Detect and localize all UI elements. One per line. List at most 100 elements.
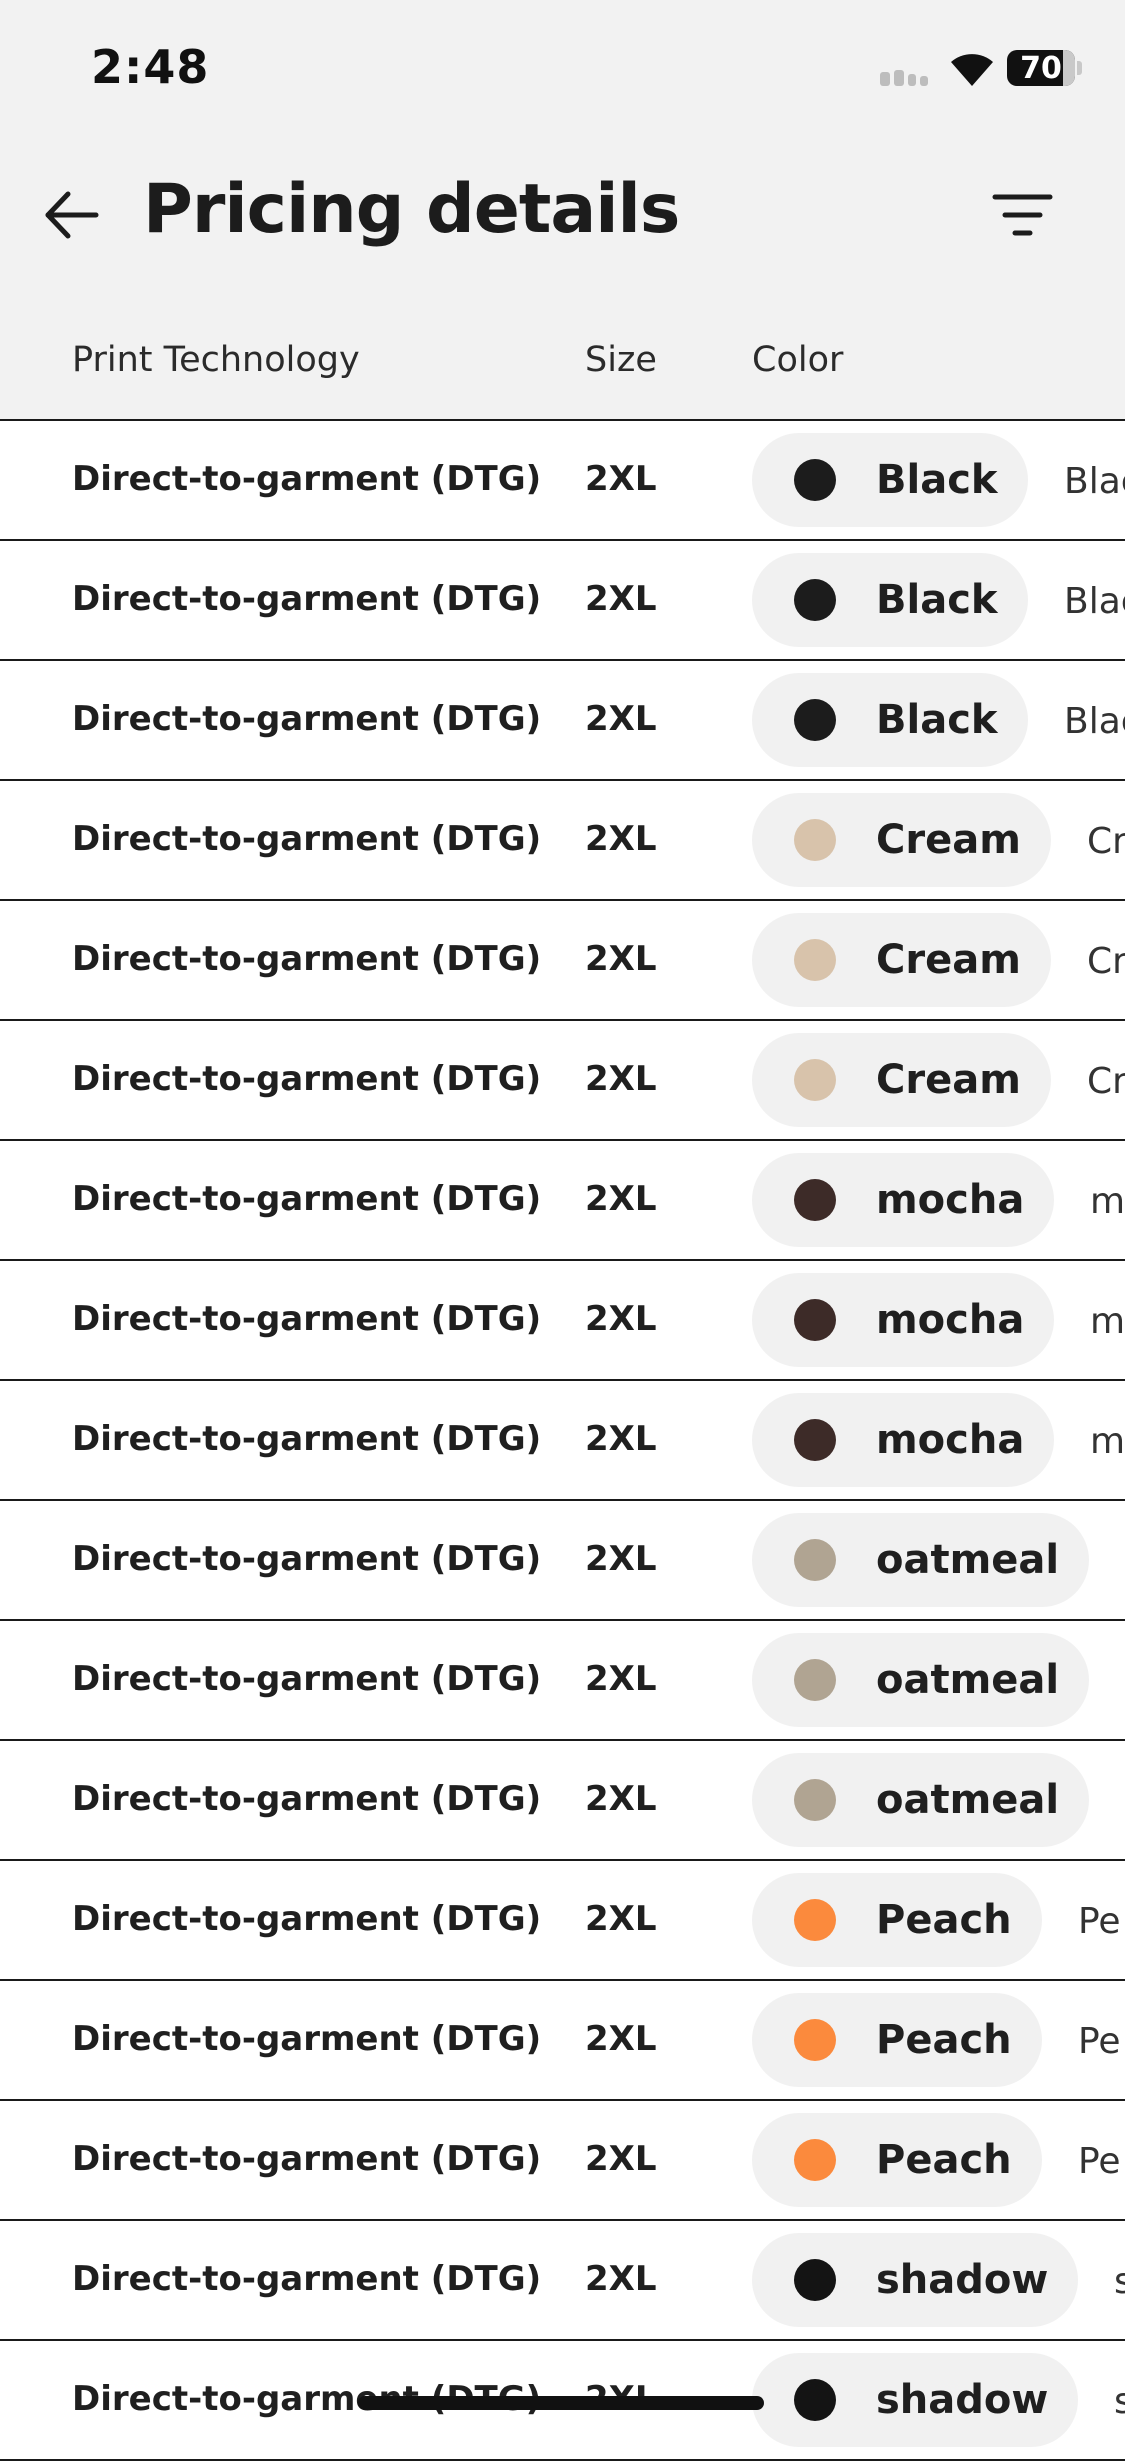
color-chip-label: oatmeal [876,1537,1060,1583]
color-swatch-icon [794,1539,836,1581]
battery-level: 70 [1020,50,1062,86]
cell-print-technology: Direct-to-garment (DTG) [72,1539,542,1579]
battery-empty-segment [1063,50,1075,86]
cell-next-column: m [1090,1181,1125,1222]
color-swatch-icon [794,2019,836,2061]
color-swatch-icon [794,1179,836,1221]
color-chip[interactable]: Cream [752,1033,1051,1127]
color-swatch-icon [794,1059,836,1101]
cell-next-column: Cr [1087,941,1125,982]
cell-print-technology: Direct-to-garment (DTG) [72,459,542,499]
color-chip[interactable]: Black [752,553,1028,647]
cell-size: 2XL [585,2019,657,2059]
color-swatch-icon [794,579,836,621]
battery-cap [1077,61,1082,75]
cell-print-technology: Direct-to-garment (DTG) [72,1779,542,1819]
pricing-table: Direct-to-garment (DTG)2XLBlackBlacDirec… [0,421,1125,2461]
cell-next-column: s [1114,2381,1125,2422]
wifi-icon [951,54,993,86]
column-header-color[interactable]: Color [752,340,843,380]
cell-next-column: Pe [1078,2141,1121,2182]
cell-next-column: Blac [1064,581,1125,622]
color-chip-label: Black [876,577,998,623]
color-swatch-icon [794,1659,836,1701]
color-chip[interactable]: mocha [752,1273,1055,1367]
color-swatch-icon [794,699,836,741]
table-row[interactable]: Direct-to-garment (DTG)2XLoatmealo [0,1621,1125,1741]
color-chip-label: Cream [876,817,1021,863]
color-chip-label: mocha [876,1177,1025,1223]
home-indicator[interactable] [358,2396,764,2410]
color-chip[interactable]: Peach [752,1993,1042,2087]
cell-size: 2XL [585,459,657,499]
color-chip[interactable]: Cream [752,793,1051,887]
color-chip-label: oatmeal [876,1777,1060,1823]
arrow-left-icon[interactable] [38,180,108,250]
color-chip[interactable]: Cream [752,913,1051,1007]
table-row[interactable]: Direct-to-garment (DTG)2XLoatmealo [0,1501,1125,1621]
cell-print-technology: Direct-to-garment (DTG) [72,1659,542,1699]
cell-next-column: Blac [1064,701,1125,742]
color-swatch-icon [794,2139,836,2181]
table-row[interactable]: Direct-to-garment (DTG) 2XL Peach Pe [0,1981,1125,2101]
table-row[interactable]: Direct-to-garment (DTG) 2XL Black Blac [0,421,1125,541]
table-row[interactable]: Direct-to-garment (DTG) 2XL mocha m [0,1381,1125,1501]
top-bar: 2:48 70 Pricing details Print Technology… [0,0,1125,419]
color-chip-label: Peach [876,2017,1012,2063]
color-swatch-icon [794,2379,836,2421]
color-swatch-icon [794,1899,836,1941]
color-chip[interactable]: Black [752,673,1028,767]
color-swatch-icon [794,939,836,981]
cell-size: 2XL [585,2139,657,2179]
color-chip-label: Cream [876,1057,1021,1103]
cell-size: 2XL [585,1299,657,1339]
filter-icon[interactable] [985,185,1060,245]
cell-next-column: m [1090,1421,1125,1462]
cell-next-column: s [1114,2261,1125,2302]
color-chip[interactable]: shadow [752,2233,1079,2327]
cell-print-technology: Direct-to-garment (DTG) [72,1299,542,1339]
cell-print-technology: Direct-to-garment (DTG) [72,1179,542,1219]
cell-next-column: Pe [1078,2021,1121,2062]
column-header-size[interactable]: Size [585,340,657,380]
table-row[interactable]: Direct-to-garment (DTG) 2XL Black Blac [0,541,1125,661]
table-row[interactable]: Direct-to-garment (DTG) 2XL mocha m [0,1141,1125,1261]
table-row[interactable]: Direct-to-garment (DTG) 2XL Cream Cr [0,901,1125,1021]
color-chip[interactable]: mocha [752,1153,1055,1247]
battery-icon: 70 [1007,50,1075,86]
cell-size: 2XL [585,699,657,739]
color-chip-label: shadow [876,2377,1049,2423]
cell-size: 2XL [585,1659,657,1699]
color-chip[interactable]: oatmeal [752,1753,1090,1847]
color-swatch-icon [794,819,836,861]
cell-size: 2XL [585,579,657,619]
table-row[interactable]: Direct-to-garment (DTG) 2XL shadow s [0,2221,1125,2341]
color-chip[interactable]: Peach [752,1873,1042,1967]
column-header-print-technology[interactable]: Print Technology [72,340,360,380]
cell-size: 2XL [585,1899,657,1939]
cell-size: 2XL [585,2259,657,2299]
cell-size: 2XL [585,1059,657,1099]
table-row[interactable]: Direct-to-garment (DTG) 2XL Cream Cr [0,781,1125,901]
color-chip[interactable]: Peach [752,2113,1042,2207]
table-row[interactable]: Direct-to-garment (DTG) 2XL Cream Cr [0,1021,1125,1141]
color-chip[interactable]: oatmeal [752,1513,1090,1607]
color-swatch-icon [794,1779,836,1821]
cell-print-technology: Direct-to-garment (DTG) [72,699,542,739]
color-chip-label: mocha [876,1417,1025,1463]
cell-size: 2XL [585,1539,657,1579]
table-row[interactable]: Direct-to-garment (DTG) 2XL Black Blac [0,661,1125,781]
table-row[interactable]: Direct-to-garment (DTG)2XLoatmealo [0,1741,1125,1861]
color-swatch-icon [794,1299,836,1341]
color-chip[interactable]: mocha [752,1393,1055,1487]
color-chip-label: Peach [876,1897,1012,1943]
color-chip[interactable]: Black [752,433,1028,527]
table-row[interactable]: Direct-to-garment (DTG) 2XL Peach Pe [0,2101,1125,2221]
color-chip[interactable]: oatmeal [752,1633,1090,1727]
color-chip[interactable]: shadow [752,2353,1079,2447]
color-chip-label: shadow [876,2257,1049,2303]
table-row[interactable]: Direct-to-garment (DTG) 2XL Peach Pe [0,1861,1125,1981]
cell-size: 2XL [585,1179,657,1219]
cell-next-column: m [1090,1301,1125,1342]
table-row[interactable]: Direct-to-garment (DTG) 2XL mocha m [0,1261,1125,1381]
